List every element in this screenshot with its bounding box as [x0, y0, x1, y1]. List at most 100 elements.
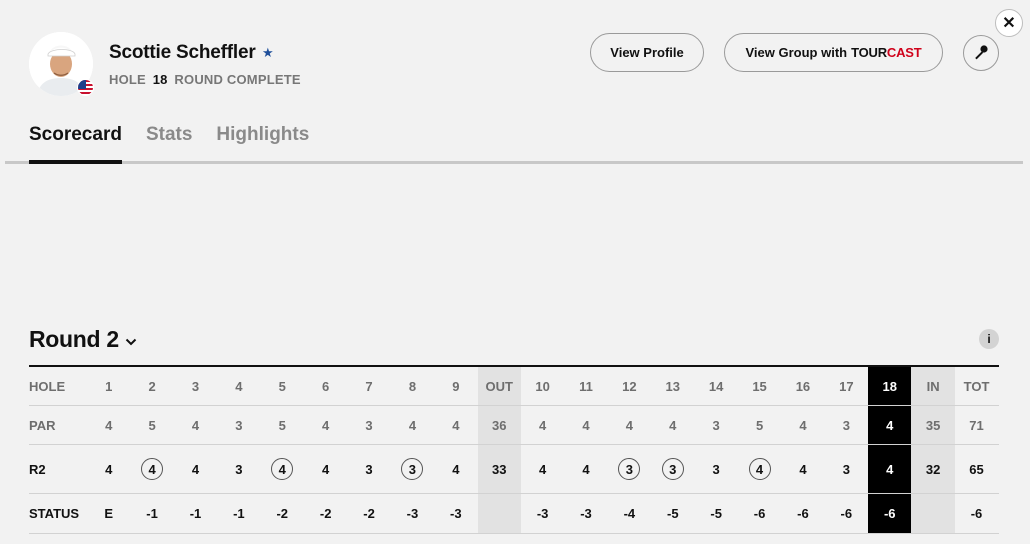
tab-bar: Scorecard Stats Highlights — [29, 124, 333, 146]
score-cell: 4 — [582, 461, 590, 477]
par-cell: 4 — [191, 417, 200, 433]
hole-cell: 4 — [235, 378, 243, 394]
status-cell: -2 — [276, 506, 289, 521]
status-cell: -1 — [146, 506, 158, 521]
microphone-icon — [972, 43, 990, 64]
score-cell: 4 — [261, 445, 304, 493]
score-cell: 33 — [477, 445, 521, 493]
score-cell: 32 — [911, 445, 955, 493]
hole-cell: 8 — [408, 378, 417, 394]
hole-cell: 2 — [148, 378, 156, 394]
close-icon: ✕ — [1002, 15, 1016, 32]
status-cell: -6 — [797, 506, 809, 521]
view-group-label: View Group with — [745, 45, 848, 60]
hole-cell: IN — [911, 367, 955, 405]
score-row: R2 4 4 4 3 4 4 3 3 4 33 4 4 3 3 3 4 4 3 4 32 65 — [29, 445, 999, 494]
hole-cell: 9 — [452, 378, 460, 394]
tab-highlights[interactable]: Highlights — [216, 124, 309, 146]
status-cell: -3 — [406, 506, 419, 521]
hole-cell: 15 — [752, 378, 767, 394]
status-cell: -5 — [666, 506, 679, 521]
hole-cell: 18 — [868, 367, 912, 405]
birdie-score: 4 — [271, 458, 294, 480]
hole-cell: OUT — [477, 367, 521, 405]
par-cell: 71 — [969, 417, 984, 433]
tab-divider — [5, 161, 1023, 164]
hole-cell: TOT — [963, 378, 990, 394]
par-cell: 3 — [365, 417, 373, 433]
close-button[interactable]: ✕ — [995, 9, 1023, 37]
hole-label: HOLE — [109, 72, 146, 87]
par-cell: 4 — [322, 417, 330, 433]
hole-cell: 12 — [622, 378, 637, 394]
score-cell: 3 — [842, 461, 850, 477]
round-selector[interactable]: Round 2 — [29, 326, 137, 353]
tab-scorecard[interactable]: Scorecard — [29, 124, 122, 146]
birdie-score: 3 — [661, 458, 684, 480]
score-cell: 4 — [738, 445, 781, 493]
hole-cell: 5 — [278, 378, 286, 394]
hole-number: 18 — [152, 72, 168, 87]
player-name[interactable]: Scottie Scheffler — [109, 42, 256, 64]
hole-cell: 6 — [322, 378, 330, 394]
status-cell — [911, 494, 955, 533]
hole-status: HOLE 18 ROUND COMPLETE — [109, 72, 301, 87]
par-cell: 4 — [538, 417, 547, 433]
star-icon: ★ — [262, 45, 274, 60]
status-cell: -6 — [868, 494, 912, 533]
status-cell: -6 — [970, 506, 983, 521]
par-cell: 3 — [235, 417, 243, 433]
round-status: ROUND COMPLETE — [174, 72, 301, 87]
chevron-down-icon — [125, 326, 137, 353]
status-cell: -6 — [753, 506, 766, 521]
view-profile-button[interactable]: View Profile — [590, 33, 704, 72]
birdie-score: 4 — [748, 458, 771, 480]
tourcast-logo-cast: CAST — [886, 45, 922, 60]
score-cell: 65 — [969, 461, 984, 477]
score-cell: 4 — [799, 461, 807, 477]
par-row-label: PAR — [29, 417, 56, 433]
score-cell: 3 — [712, 461, 720, 477]
score-cell: 3 — [651, 445, 694, 493]
hole-cell: 1 — [105, 378, 113, 394]
view-group-tourcast-button[interactable]: View Group with TOUR CAST — [724, 33, 943, 72]
par-cell: 3 — [712, 417, 720, 433]
score-cell: 3 — [365, 461, 373, 477]
par-cell: 4 — [105, 417, 113, 433]
status-cell — [477, 494, 521, 533]
score-cell: 4 — [868, 445, 912, 493]
tourcast-logo-tour: TOUR — [851, 45, 887, 60]
hole-cell: 17 — [839, 378, 854, 394]
tab-stats[interactable]: Stats — [146, 124, 192, 146]
hole-cell: 3 — [191, 378, 200, 394]
status-cell: -1 — [189, 506, 202, 521]
usa-flag-icon — [77, 79, 94, 96]
status-cell: -3 — [450, 506, 462, 521]
par-cell: 4 — [625, 417, 633, 433]
status-cell: -3 — [536, 506, 549, 521]
hole-row-label: HOLE — [29, 378, 66, 394]
score-cell: 4 — [130, 445, 173, 493]
par-cell: 3 — [842, 417, 850, 433]
birdie-score: 3 — [618, 458, 641, 480]
microphone-button[interactable] — [963, 35, 999, 71]
status-cell: -2 — [319, 506, 332, 521]
info-icon[interactable]: i — [979, 329, 999, 349]
status-cell: E — [104, 506, 114, 521]
score-cell: 4 — [191, 461, 200, 477]
status-cell: -4 — [623, 506, 636, 521]
score-cell: 3 — [391, 445, 434, 493]
hole-cell: 10 — [535, 378, 550, 394]
score-cell: 3 — [608, 445, 651, 493]
status-cell: -5 — [710, 506, 722, 521]
status-row: STATUS E -1 -1 -1 -2 -2 -2 -3 -3 -3 -3 -4 -5 -5 -6 -6 -6… — [29, 494, 999, 534]
par-cell: 35 — [911, 406, 955, 444]
score-cell: 4 — [538, 461, 547, 477]
hole-cell: 16 — [795, 378, 811, 394]
score-cell: 4 — [105, 461, 113, 477]
round-title: Round 2 — [29, 326, 119, 352]
par-cell: 36 — [477, 406, 521, 444]
par-cell: 5 — [755, 417, 764, 433]
par-row: PAR 4 5 4 3 5 4 3 4 4 36 4 4 4 4 3 5 4 3 4 35 71 — [29, 406, 999, 445]
par-cell: 4 — [408, 417, 417, 433]
